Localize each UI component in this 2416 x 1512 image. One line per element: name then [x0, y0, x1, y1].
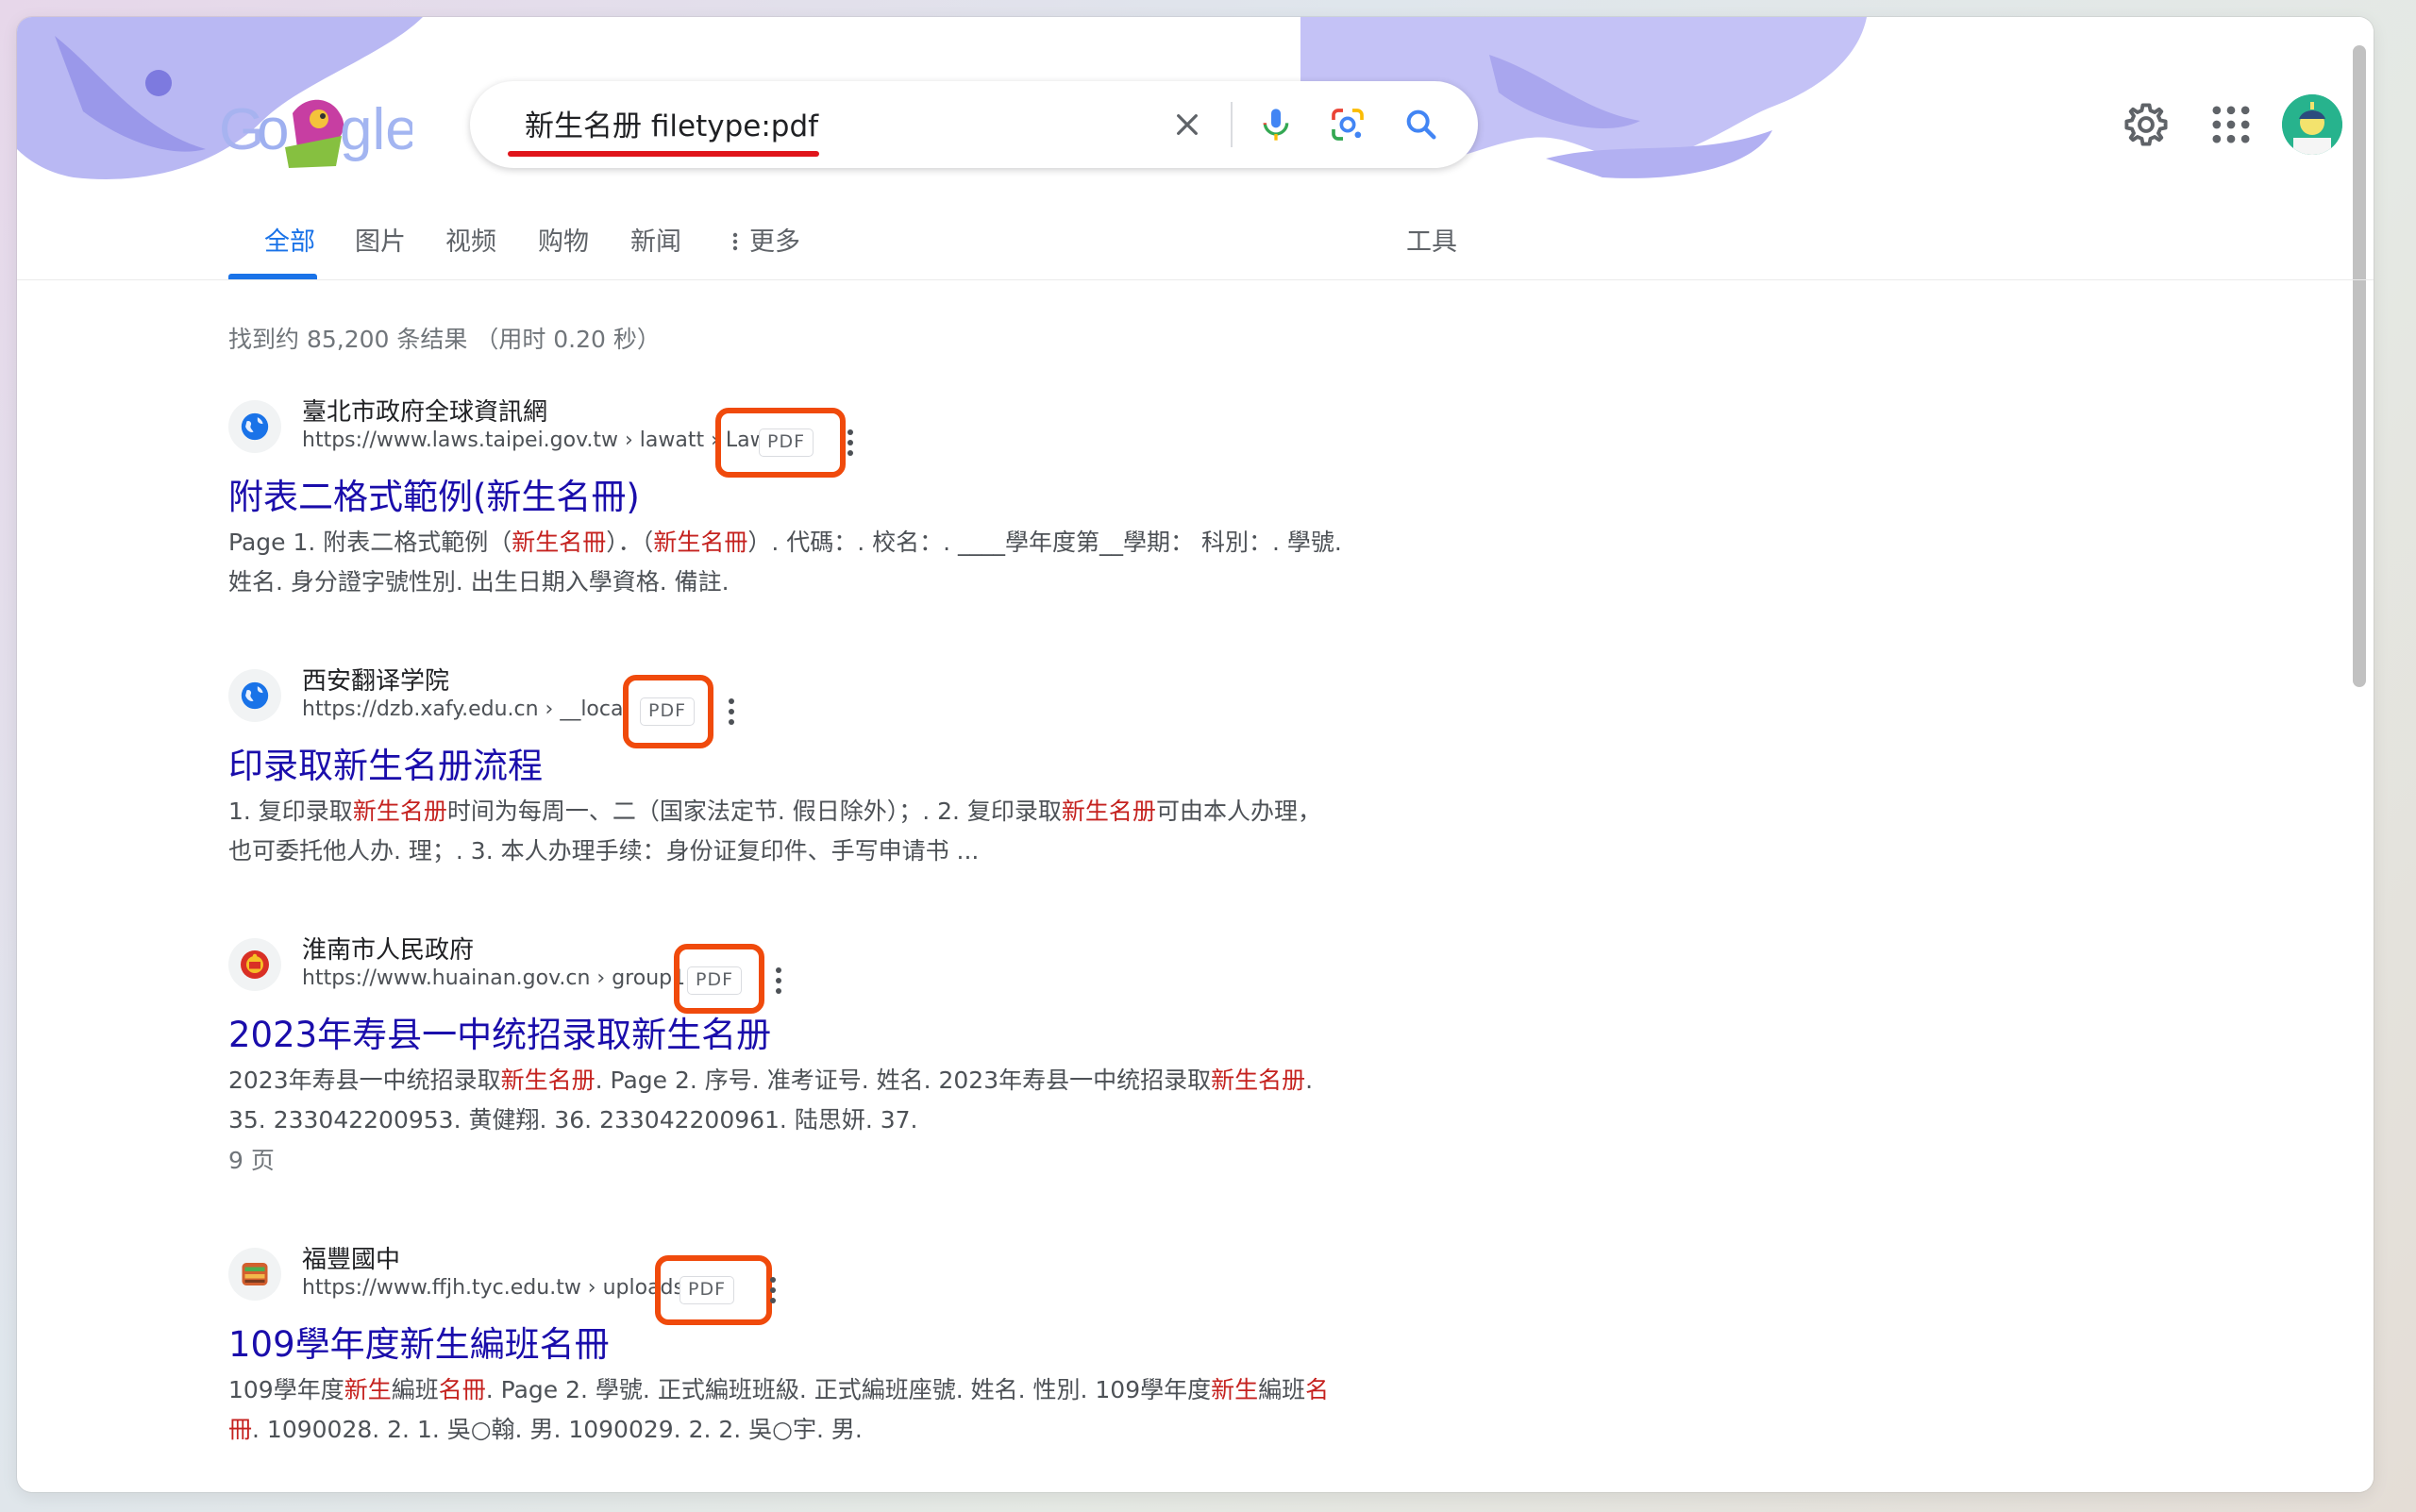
result-title[interactable]: 附表二格式範例(新生名冊)	[228, 468, 640, 519]
snippet-highlight: 新生名册	[352, 798, 447, 825]
more-vert-icon[interactable]	[725, 696, 738, 728]
snippet-text: . 1090028. 2. 1. 吳○翰. 男. 1090029. 2. 2. …	[252, 1416, 863, 1443]
search-icon[interactable]	[1399, 102, 1444, 147]
tab-more-label: 更多	[749, 227, 800, 257]
more-vert-icon	[730, 219, 744, 266]
result-stats: 找到约 85,200 条结果 （用时 0.20 秒）	[228, 326, 661, 353]
result-title[interactable]: 印录取新生名册流程	[228, 737, 543, 788]
more-vert-icon[interactable]	[772, 965, 785, 997]
result-snippet: 1. 复印录取新生名册时间为每周一、二（国家法定节. 假日除外）；. 2. 复印…	[228, 792, 1342, 871]
tabs-divider	[17, 279, 2374, 280]
svg-text:o: o	[257, 97, 289, 162]
page-count: 9 页	[228, 1147, 275, 1174]
avatar[interactable]	[2282, 94, 2342, 155]
result-snippet: 2023年寿县一中统招录取新生名册. Page 2. 序号. 准考证号. 姓名.…	[228, 1061, 1342, 1140]
search-box[interactable]: 新生名册 filetype:pdf	[470, 81, 1478, 168]
mic-icon[interactable]	[1253, 102, 1299, 147]
site-name[interactable]: 福豐國中	[302, 1240, 400, 1275]
snippet-text: Page 1. 附表二格式範例（	[228, 529, 512, 556]
search-input[interactable]: 新生名册 filetype:pdf	[525, 102, 818, 144]
site-name[interactable]: 西安翻译学院	[302, 662, 449, 697]
search-divider	[1231, 102, 1233, 147]
emblem-icon	[228, 938, 281, 991]
snippet-highlight: 新生名冊	[653, 529, 748, 556]
pdf-badge: PDF	[687, 966, 743, 995]
pdf-badge: PDF	[640, 697, 696, 726]
result-snippet: Page 1. 附表二格式範例（新生名冊）．（新生名冊）. 代碼：. 校名：. …	[228, 523, 1342, 602]
snippet-highlight: 新生名册	[1211, 1067, 1306, 1094]
tab-news[interactable]: 新闻	[630, 219, 681, 276]
site-url[interactable]: https://www.ffjh.tyc.edu.tw › uploads	[302, 1276, 684, 1300]
snippet-text: ）．（	[606, 529, 654, 556]
snippet-text: . Page 2. 學號. 正式編班班級. 正式編班座號. 姓名. 性別. 10…	[485, 1376, 1212, 1403]
tab-all[interactable]: 全部	[264, 219, 315, 276]
site-name[interactable]: 淮南市人民政府	[302, 931, 474, 966]
settings-gear-icon[interactable]	[2122, 100, 2171, 149]
site-name[interactable]: 臺北市政府全球資訊網	[302, 393, 547, 428]
svg-text:gle: gle	[340, 97, 412, 162]
site-url[interactable]: https://dzb.xafy.edu.cn › __local	[302, 697, 629, 721]
snippet-text: 109學年度	[228, 1376, 344, 1403]
snippet-highlight: 新生名册	[500, 1067, 596, 1094]
site-url[interactable]: https://www.laws.taipei.gov.tw › lawatt …	[302, 428, 767, 452]
result-title[interactable]: 2023年寿县一中统招录取新生名册	[228, 1006, 771, 1057]
site-url[interactable]: https://www.huainan.gov.cn › group1	[302, 966, 685, 990]
pdf-badge: PDF	[680, 1276, 735, 1304]
globe-icon	[228, 400, 281, 453]
query-underline-annotation	[508, 151, 819, 157]
globe-icon	[228, 669, 281, 722]
snippet-text: . Page 2. 序号. 准考证号. 姓名. 2023年寿县一中统招录取	[595, 1067, 1212, 1094]
tools-button[interactable]: 工具	[1406, 219, 1457, 276]
snippet-highlight: 新生	[1211, 1376, 1259, 1403]
school-icon	[228, 1248, 281, 1301]
pdf-badge: PDF	[759, 428, 814, 457]
snippet-highlight: 名冊	[438, 1376, 486, 1403]
apps-grid-icon[interactable]	[2206, 100, 2256, 149]
result-snippet: 109學年度新生編班名冊. Page 2. 學號. 正式編班班級. 正式編班座號…	[228, 1370, 1342, 1450]
more-vert-icon[interactable]	[844, 427, 857, 459]
header: G o gle 新生名册 filetype:pdf 全部 图片 视频 购物 新闻…	[17, 17, 2374, 281]
more-vert-icon[interactable]	[766, 1274, 780, 1306]
snippet-text: 时间为每周一、二（国家法定节. 假日除外）；. 2. 复印录取	[446, 798, 1062, 825]
snippet-text: 編班	[1258, 1376, 1306, 1403]
clear-icon[interactable]	[1165, 102, 1210, 147]
lens-icon[interactable]	[1325, 102, 1370, 147]
tab-more[interactable]: 更多	[730, 219, 800, 276]
tab-shopping[interactable]: 购物	[538, 219, 589, 276]
snippet-text: 2023年寿县一中统招录取	[228, 1067, 501, 1094]
google-doodle-logo[interactable]: G o gle	[219, 85, 412, 170]
tab-videos[interactable]: 视频	[445, 219, 496, 276]
search-tabs: 全部 图片 视频 购物 新闻 更多 工具	[17, 215, 2374, 279]
result-title[interactable]: 109學年度新生編班名冊	[228, 1316, 610, 1367]
snippet-highlight: 新生名冊	[512, 529, 607, 556]
snippet-highlight: 新生名册	[1061, 798, 1156, 825]
browser-window: G o gle 新生名册 filetype:pdf 全部 图片 视频 购物 新闻…	[17, 17, 2374, 1492]
snippet-text: 編班	[391, 1376, 439, 1403]
snippet-text: 1. 复印录取	[228, 798, 353, 825]
tab-images[interactable]: 图片	[355, 219, 406, 276]
snippet-highlight: 新生	[344, 1376, 392, 1403]
